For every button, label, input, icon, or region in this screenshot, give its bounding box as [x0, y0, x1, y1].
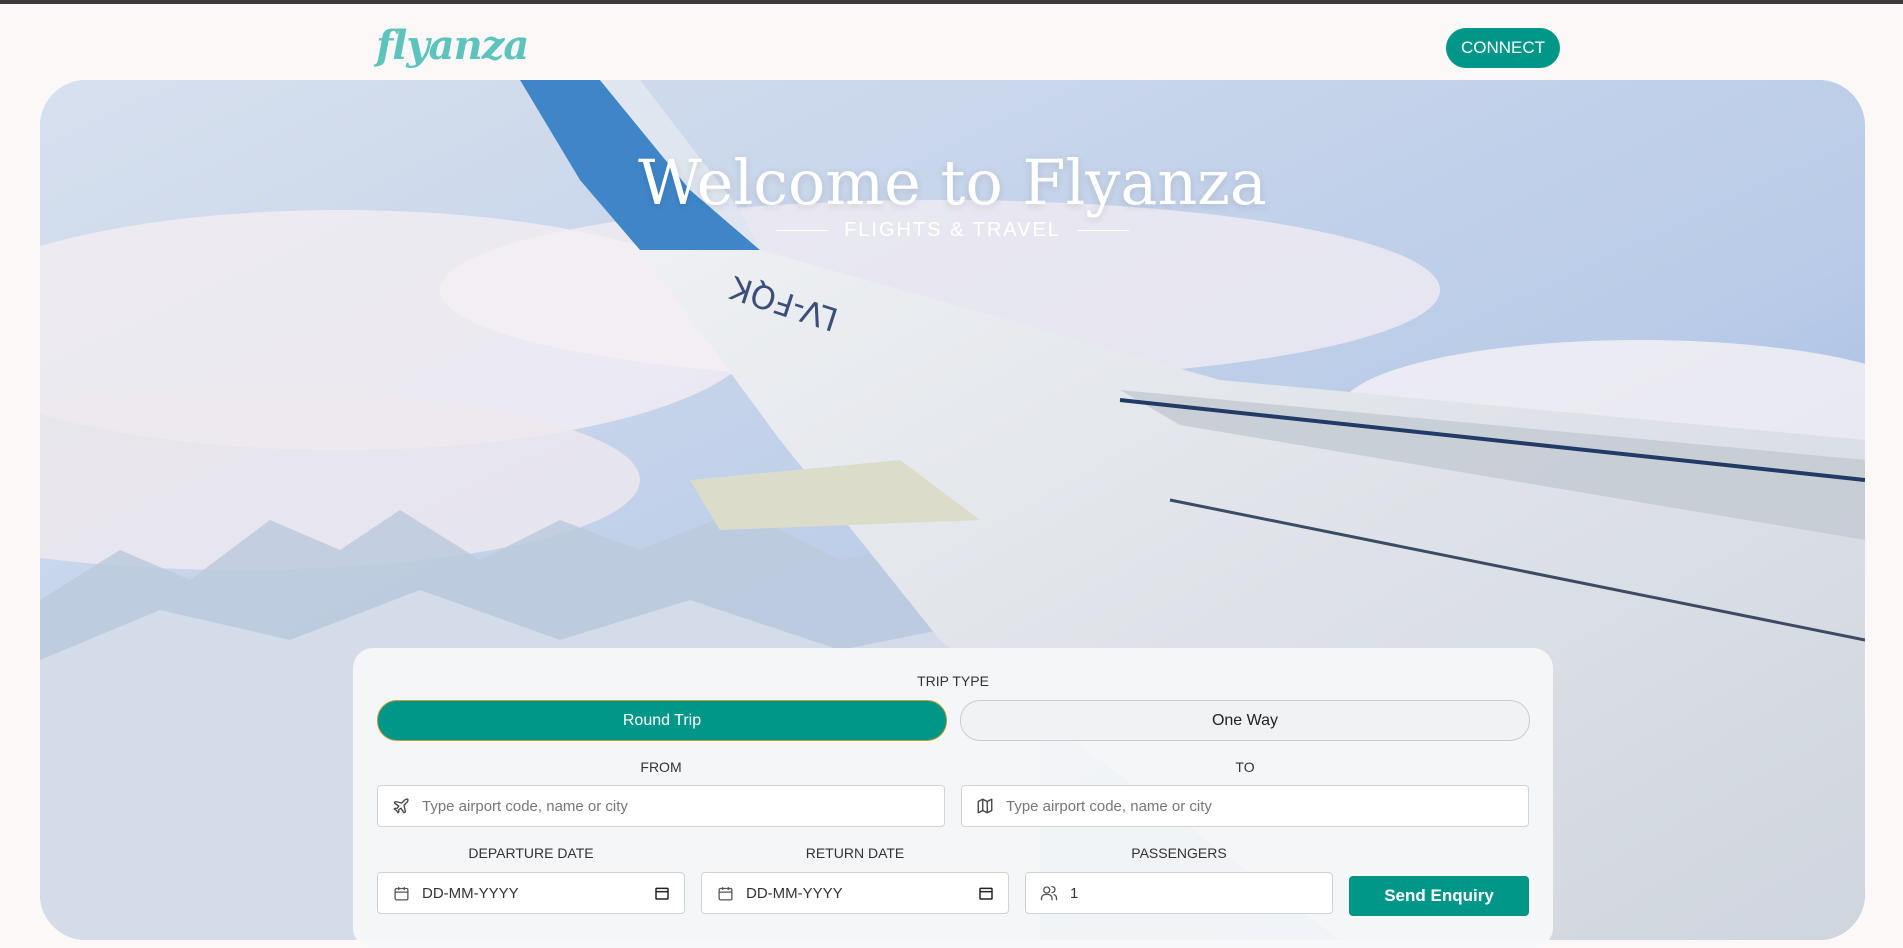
- send-enquiry-button[interactable]: Send Enquiry: [1349, 876, 1529, 916]
- from-label: FROM: [640, 759, 682, 775]
- passengers-value: 1: [1070, 884, 1079, 902]
- round-trip-button[interactable]: Round Trip: [377, 700, 947, 741]
- calendar-icon: [392, 884, 410, 902]
- users-icon: [1040, 884, 1058, 902]
- to-label: TO: [1235, 759, 1255, 775]
- hero-title: Welcome to Flyanza: [638, 146, 1267, 219]
- return-date-label: RETURN DATE: [805, 845, 905, 861]
- divider-left: [776, 230, 829, 231]
- plane-icon: [392, 797, 410, 815]
- from-input[interactable]: Type airport code, name or city: [377, 785, 945, 827]
- hero-subtitle: FLIGHTS & TRAVEL: [40, 219, 1865, 242]
- divider-right: [1076, 230, 1129, 231]
- departure-date-label: DEPARTURE DATE: [468, 845, 594, 861]
- brand-logo[interactable]: flyanza: [376, 22, 529, 69]
- hero-subtitle-text: FLIGHTS & TRAVEL: [844, 219, 1061, 241]
- return-date-value: DD-MM-YYYY: [746, 884, 843, 902]
- to-input[interactable]: Type airport code, name or city: [961, 785, 1529, 827]
- one-way-button[interactable]: One Way: [960, 700, 1530, 741]
- departure-date-value: DD-MM-YYYY: [422, 884, 519, 902]
- date-picker-icon[interactable]: [654, 885, 670, 901]
- connect-button[interactable]: CONNECT: [1446, 28, 1560, 68]
- passengers-input[interactable]: 1: [1025, 872, 1333, 914]
- to-placeholder: Type airport code, name or city: [1006, 797, 1212, 815]
- top-strip: [0, 0, 1903, 4]
- map-icon: [976, 797, 994, 815]
- from-placeholder: Type airport code, name or city: [422, 797, 628, 815]
- passengers-label: PASSENGERS: [1131, 845, 1227, 861]
- return-date-input[interactable]: DD-MM-YYYY: [701, 872, 1009, 914]
- date-picker-icon[interactable]: [978, 885, 994, 901]
- trip-type-label: TRIP TYPE: [917, 673, 989, 689]
- departure-date-input[interactable]: DD-MM-YYYY: [377, 872, 685, 914]
- calendar-icon: [716, 884, 734, 902]
